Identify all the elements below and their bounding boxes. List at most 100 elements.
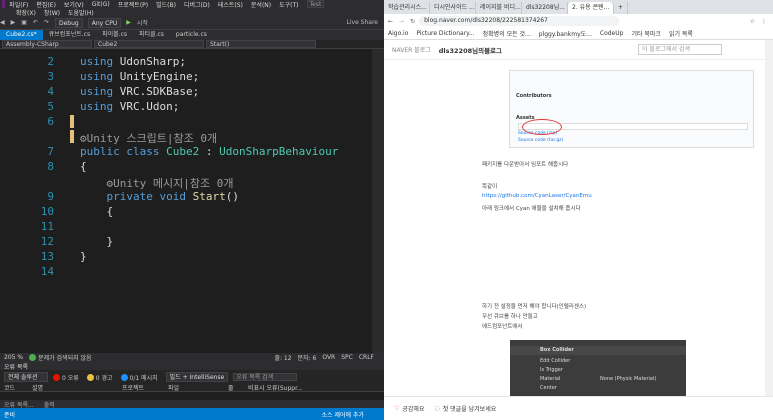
run-label[interactable]: 시작 [137, 18, 148, 27]
editor-tab[interactable]: particle.cs [170, 30, 213, 40]
code-editor[interactable]: 2 using UdonSharp; 3 using UnityEngine; 4 usi… [0, 49, 372, 353]
change-marker [70, 115, 74, 128]
address-bar: ← → ↻ blog.naver.com/dls32208/2225813742… [384, 14, 773, 28]
build-dropdown[interactable]: 빌드 + IntelliSense [165, 372, 229, 382]
code-token: UdonSharp; [113, 55, 186, 68]
browser-tab[interactable]: 2. 유용 콘텐... [568, 2, 614, 14]
menu-item[interactable]: 창(W) [44, 8, 60, 17]
zoom-level[interactable]: 205 % [4, 354, 23, 361]
bookmark-item[interactable]: plggy.bankmy도... [539, 29, 592, 38]
error-column-header[interactable]: 파일 [164, 384, 224, 391]
bookmark-item[interactable]: CodeUp [600, 30, 624, 37]
issues-text[interactable]: 문제가 검색되지 않음 [38, 353, 92, 362]
comment-label[interactable]: 첫 댓글을 남겨보세요 [443, 404, 497, 413]
platform-dropdown[interactable]: Any CPU [87, 17, 122, 28]
shot-source-tar: Source code (tar.gz) [518, 138, 564, 143]
error-column-header[interactable]: 줄 [224, 384, 244, 391]
line-number: 13 [40, 250, 54, 263]
cyanemu-link[interactable]: https://github.com/CyanLaser/CyanEmu [482, 193, 592, 199]
menu-item[interactable]: 분석(N) [251, 0, 271, 9]
save-icon[interactable]: ▣ [21, 19, 27, 26]
menu-item[interactable]: 확장(X) [16, 8, 36, 17]
editor-tab[interactable]: Cube2.cs* [0, 30, 43, 40]
like-label[interactable]: 공감해요 [402, 404, 424, 413]
line-number: 8 [47, 160, 54, 173]
more-icon[interactable]: ⋮ [761, 18, 767, 25]
code-token: VRC.Udon; [113, 100, 180, 113]
forward-arrow-icon[interactable]: → [399, 18, 404, 25]
bookmark-item[interactable]: 읽기 목록 [669, 29, 693, 38]
menu-item[interactable]: 프로젝트(P) [118, 0, 148, 9]
error-search-input[interactable]: 오류 목록 검색 [233, 373, 298, 381]
change-marker [70, 130, 74, 143]
editor-tab[interactable]: 큐브컴포넌트.cs [43, 30, 96, 40]
status-bar: 준비 소스 제어에 추가 [0, 408, 384, 420]
menu-item[interactable]: 도움말(H) [68, 8, 94, 17]
menu-item[interactable]: Git(G) [92, 1, 110, 8]
menu-item[interactable]: 빌드(B) [156, 0, 176, 9]
code-token: : [199, 145, 220, 158]
back-icon[interactable]: ◀ [0, 19, 5, 26]
editor-tab[interactable]: 파이볼.cs [96, 30, 133, 40]
menu-item[interactable]: 편집(E) [36, 0, 56, 9]
bookmark-item[interactable]: 기타 북마크 [631, 29, 661, 38]
browser-tab[interactable]: 레이지블 비디... [476, 2, 522, 14]
editor-tab[interactable]: 파티클.cs [133, 30, 170, 40]
search-input[interactable]: Test [306, 0, 324, 8]
browser-tab[interactable]: dls32208님... [522, 2, 568, 14]
error-column-header[interactable]: 설명 [28, 384, 118, 391]
browser-scrollbar[interactable] [765, 40, 773, 396]
menu-item[interactable]: 테스트(S) [218, 0, 243, 9]
errors-filter[interactable]: 0 오류 [53, 373, 79, 382]
error-column-header[interactable]: 비표시 오류(Suppr... [244, 384, 314, 391]
class-dropdown[interactable]: Cube2 [94, 40, 204, 48]
code-token: } [80, 250, 87, 263]
comment-icon[interactable]: ◌ [434, 405, 439, 412]
menu-bar-2: 확장(X) 창(W) 도움말(H) [0, 8, 384, 16]
back-arrow-icon[interactable]: ← [388, 18, 393, 25]
menu-item[interactable]: 보기(V) [64, 0, 84, 9]
messages-filter[interactable]: 0/1 메시지 [120, 373, 158, 382]
redo-icon[interactable]: ↷ [44, 19, 49, 26]
menu-item[interactable]: 도구(T) [279, 0, 298, 9]
browser-tab[interactable]: 디시인사이드 ... [430, 2, 476, 14]
naver-brand[interactable]: NAVER 블로그 [392, 45, 431, 54]
heart-icon[interactable]: ♡ [394, 405, 399, 412]
blog-search-input[interactable]: 이 블로그에서 검색 [638, 44, 722, 55]
blog-footer: ♡ 공감해요 ◌ 첫 댓글을 남겨보세요 [384, 396, 773, 420]
source-control-button[interactable]: 소스 제어에 추가 [322, 410, 364, 419]
blog-name[interactable]: dls32208님의블로그 [439, 45, 502, 55]
editor-scrollbar[interactable] [372, 49, 384, 353]
undo-icon[interactable]: ↶ [33, 19, 38, 26]
para-3: 아래 링크에서 Cyan 애뮬을 설치해 줍시다 [482, 206, 581, 212]
menu-item[interactable]: 디버그(D) [184, 0, 210, 9]
live-share-button[interactable]: Live Share [347, 19, 378, 26]
browser-tab[interactable]: 학습관리시스... [384, 2, 430, 14]
code-token: Cube2 [159, 145, 200, 158]
project-dropdown[interactable]: Assembly-CSharp [2, 40, 92, 48]
error-icon [53, 373, 60, 381]
run-icon[interactable]: ▶ [126, 19, 131, 26]
toolbar: ◀ ▶ ▣ ↶ ↷ Debug Any CPU ▶ 시작 Live Share [0, 16, 384, 30]
error-column-header[interactable]: 코드 [0, 384, 28, 391]
browser-tab[interactable]: + [614, 2, 629, 14]
line-number: 5 [47, 100, 54, 113]
warnings-filter[interactable]: 0 경고 [86, 373, 113, 382]
bottom-tab[interactable]: 오류 목록... [4, 400, 34, 409]
star-icon[interactable]: ☆ [750, 18, 755, 25]
forward-icon[interactable]: ▶ [11, 19, 16, 26]
line-number: 2 [47, 55, 54, 68]
bookmark-item[interactable]: Aigo.io [388, 30, 408, 37]
vs-logo-icon [2, 0, 6, 8]
url-field[interactable]: blog.naver.com/dls32208/222581374267 [419, 16, 620, 26]
member-dropdown[interactable]: Start() [206, 40, 316, 48]
reload-icon[interactable]: ↻ [410, 18, 415, 25]
bookmark-item[interactable]: 정확병의 모든 것... [483, 29, 531, 38]
config-dropdown[interactable]: Debug [54, 17, 83, 28]
menu-item[interactable]: 파일(F) [9, 0, 28, 9]
bottom-tab[interactable]: 출력 [44, 400, 55, 409]
error-column-header[interactable]: 프로젝트 [118, 384, 164, 391]
unity-row-center: Center [540, 385, 557, 391]
scope-dropdown[interactable]: 전체 솔루션 [4, 372, 48, 382]
bookmark-item[interactable]: Picture Dictionary... [416, 30, 474, 37]
